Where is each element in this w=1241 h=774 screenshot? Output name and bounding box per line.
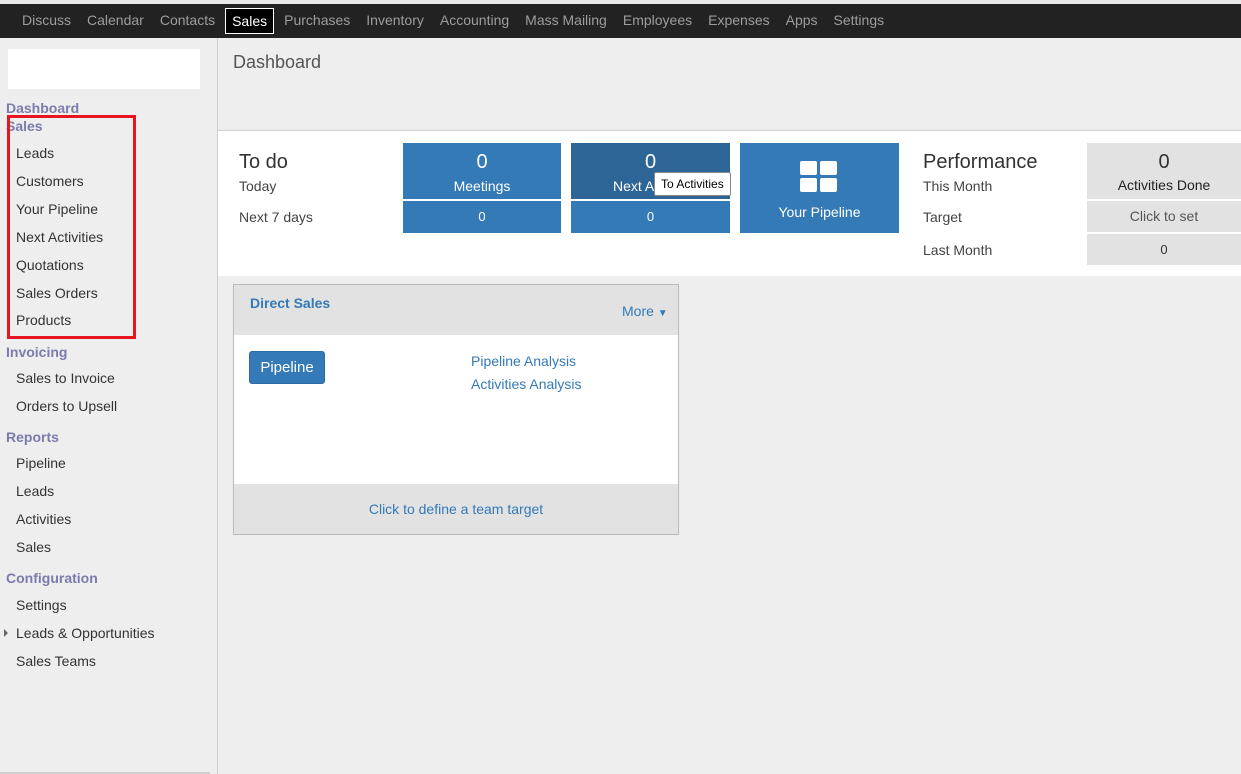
menu-mass-mailing[interactable]: Mass Mailing [517,8,615,34]
todo-title: To do [239,151,288,173]
sidebar-item-report-sales[interactable]: Sales [16,539,51,555]
menu-employees[interactable]: Employees [615,8,700,34]
meetings-today-count: 0 [476,151,488,173]
last-month-value: 0 [1087,234,1241,265]
highlight-box [7,115,136,339]
activities-done-cell[interactable]: 0 Activities Done [1087,143,1241,199]
menu-accounting[interactable]: Accounting [432,8,517,34]
activities-analysis-link[interactable]: Activities Analysis [471,376,581,392]
caret-right-icon[interactable] [4,629,8,637]
sidebar-item-sales-teams[interactable]: Sales Teams [16,653,96,669]
sidebar-item-orders-to-upsell[interactable]: Orders to Upsell [16,398,117,414]
dashboard-panel: To do Today Next 7 days 0 Meetings 0 0 N… [218,131,1241,276]
meetings-label: Meetings [453,178,511,194]
last-month-label: Last Month [923,242,993,258]
caret-down-icon: ▼ [657,308,668,319]
sidebar-section-invoicing: Invoicing [6,344,68,360]
target-click-to-set[interactable]: Click to set [1087,201,1241,232]
sidebar: Dashboard Sales Leads Customers Your Pip… [0,38,218,774]
sidebar-item-report-activities[interactable]: Activities [16,511,71,527]
pipeline-button[interactable]: Pipeline [249,351,325,384]
sidebar-item-sales-to-invoice[interactable]: Sales to Invoice [16,370,115,386]
meetings-today-tile[interactable]: 0 Meetings [403,143,561,199]
company-logo[interactable] [8,49,200,89]
card-header: Direct Sales More ▼ [234,285,678,335]
menu-discuss[interactable]: Discuss [14,8,79,34]
menu-purchases[interactable]: Purchases [276,8,358,34]
activities-done-value: 0 [1158,151,1170,173]
menu-expenses[interactable]: Expenses [700,8,777,34]
next-activities-next7-tile[interactable]: 0 [571,201,730,233]
tooltip: To Activities [654,172,731,196]
next-activities-today-count: 0 [644,151,657,173]
performance-title: Performance [923,151,1038,173]
more-label: More [622,303,654,319]
menu-inventory[interactable]: Inventory [358,8,432,34]
main-content: Dashboard To do Today Next 7 days 0 Meet… [218,38,1241,774]
page-title: Dashboard [233,52,322,72]
your-pipeline-label: Your Pipeline [778,204,861,220]
card-footer: Click to define a team target [234,484,678,534]
top-menu-bar: Discuss Calendar Contacts Sales Purchase… [0,0,1241,38]
team-title[interactable]: Direct Sales [250,295,330,311]
more-dropdown[interactable]: More ▼ [622,303,668,319]
target-label: Target [923,209,962,225]
menu-settings[interactable]: Settings [826,8,893,34]
your-pipeline-tile[interactable]: Your Pipeline [740,143,899,233]
menu-sales[interactable]: Sales [225,8,275,34]
th-large-icon [800,161,838,193]
activities-done-label: Activities Done [1117,177,1211,193]
sidebar-item-leads-opportunities[interactable]: Leads & Opportunities [16,625,155,641]
pipeline-analysis-link[interactable]: Pipeline Analysis [471,353,576,369]
menu-contacts[interactable]: Contacts [152,8,223,34]
next7-label: Next 7 days [239,209,313,225]
menu-calendar[interactable]: Calendar [79,8,152,34]
sidebar-section-configuration: Configuration [6,570,98,586]
sidebar-item-config-settings[interactable]: Settings [16,597,67,613]
today-label: Today [239,178,277,194]
menu-apps[interactable]: Apps [778,8,826,34]
sidebar-item-dashboard[interactable]: Dashboard [6,100,79,116]
team-card-direct-sales: Direct Sales More ▼ Pipeline Pipeline An… [233,284,679,535]
sidebar-item-report-pipeline[interactable]: Pipeline [16,455,66,471]
this-month-label: This Month [923,178,993,194]
meetings-next7-tile[interactable]: 0 [403,201,561,233]
sidebar-section-reports: Reports [6,429,59,445]
sidebar-item-report-leads[interactable]: Leads [16,483,54,499]
define-team-target-link[interactable]: Click to define a team target [234,501,678,517]
